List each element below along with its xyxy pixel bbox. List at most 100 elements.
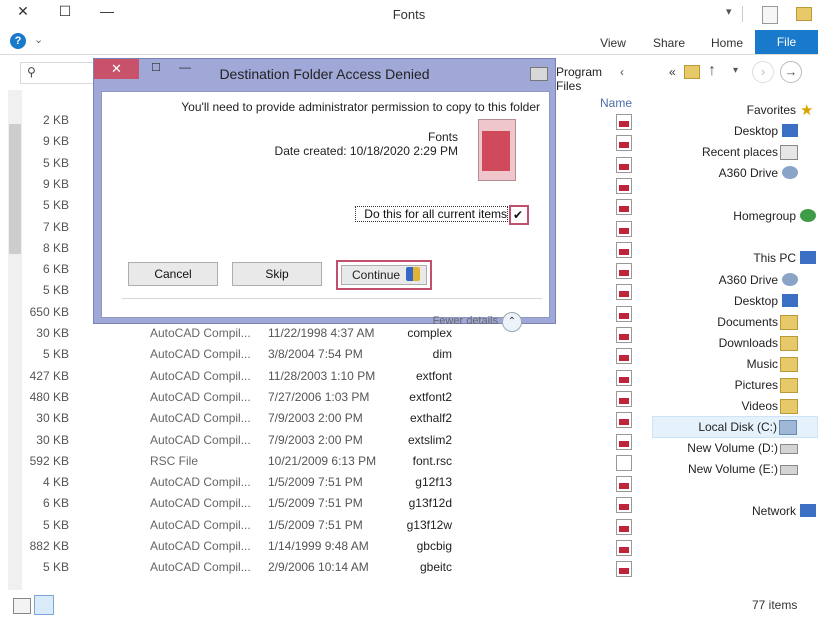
file-size: 5 KB bbox=[42, 347, 69, 362]
table-row[interactable]: 6 KB AutoCAD Compil... 1/5/2009 7:51 PM g13… bbox=[0, 493, 640, 514]
nav-pictures[interactable]: Pictures bbox=[652, 375, 818, 395]
table-row[interactable]: 480 KB AutoCAD Compil... 7/27/2006 1:03 PM… bbox=[0, 387, 640, 408]
folder-name: Fonts bbox=[427, 130, 458, 144]
table-row[interactable]: 30 KB AutoCAD Compil... 7/9/2003 2:00 PM ex… bbox=[0, 408, 640, 429]
file-type: AutoCAD Compil... bbox=[150, 389, 251, 404]
collapse-details-icon[interactable]: ⌃ bbox=[502, 312, 522, 332]
dialog-title: Destination Folder Access Denied bbox=[219, 66, 430, 82]
up-arrow-icon[interactable]: ↑ bbox=[708, 62, 716, 80]
apply-all-label[interactable]: Do this for all current items bbox=[355, 206, 508, 222]
font-file-icon bbox=[616, 348, 632, 365]
tab-view[interactable]: View bbox=[588, 34, 638, 52]
large-icons-view-icon[interactable] bbox=[13, 598, 31, 614]
file-size: 4 KB bbox=[42, 475, 69, 490]
star-icon: ★ bbox=[800, 102, 814, 119]
nav-desktop[interactable]: Desktop bbox=[652, 121, 818, 141]
expand-ribbon-icon[interactable]: ⌄ bbox=[34, 33, 43, 46]
table-row[interactable]: 882 KB AutoCAD Compil... 1/14/1999 9:48 AM… bbox=[0, 536, 640, 557]
file-size: 5 KB bbox=[42, 283, 69, 298]
dialog-message: You'll need to provide administrator per… bbox=[181, 100, 540, 114]
font-file-icon bbox=[616, 561, 632, 578]
table-row[interactable]: 5 KB AutoCAD Compil... 1/5/2009 7:51 PM g13… bbox=[0, 515, 640, 536]
nav-label: Homegroup bbox=[733, 209, 796, 223]
nav-homegroup[interactable]: Homegroup bbox=[652, 206, 818, 226]
search-input[interactable]: ⚲ bbox=[20, 62, 102, 84]
help-icon[interactable]: ? bbox=[10, 33, 26, 49]
nav-a360-drive[interactable]: A360 Drive bbox=[652, 163, 818, 183]
nav-pc-a360-drive[interactable]: A360 Drive bbox=[652, 270, 818, 290]
breadcrumb-overflow[interactable]: « bbox=[669, 65, 676, 79]
file-date: 7/27/2006 1:03 PM bbox=[268, 389, 370, 404]
nav-local-disk[interactable]: Local Disk (C:) bbox=[652, 416, 818, 438]
uac-shield-icon bbox=[406, 267, 420, 281]
qat-dropdown-icon[interactable]: ▾ bbox=[726, 5, 732, 18]
hard-drive-icon bbox=[780, 444, 798, 454]
cloud-drive-icon bbox=[782, 273, 798, 286]
cloud-drive-icon bbox=[782, 166, 798, 179]
skip-button[interactable]: Skip bbox=[232, 262, 322, 286]
nav-music[interactable]: Music bbox=[652, 354, 818, 374]
nav-pc-desktop[interactable]: Desktop bbox=[652, 291, 818, 311]
forward-button[interactable]: › bbox=[752, 61, 774, 83]
file-size: 5 KB bbox=[42, 560, 69, 575]
dialog-divider bbox=[122, 298, 542, 299]
hard-drive-icon bbox=[779, 420, 797, 435]
file-size: 8 KB bbox=[42, 240, 69, 255]
nav-network[interactable]: Network bbox=[652, 501, 818, 521]
table-row[interactable]: 30 KB AutoCAD Compil... 7/9/2003 2:00 PM ex… bbox=[0, 430, 640, 451]
table-row[interactable]: 5 KB AutoCAD Compil... 2/9/2006 10:14 AM gb… bbox=[0, 557, 640, 578]
file-size: 427 KB bbox=[29, 368, 69, 383]
nav-recent-places[interactable]: Recent places bbox=[652, 142, 818, 162]
font-file-icon bbox=[616, 327, 632, 343]
nav-new-volume-d[interactable]: New Volume (D:) bbox=[652, 438, 818, 458]
apply-all-checkbox[interactable]: ✔ bbox=[509, 205, 529, 225]
tab-home[interactable]: Home bbox=[702, 34, 752, 52]
nav-label: Videos bbox=[741, 399, 778, 413]
cancel-button[interactable]: Cancel bbox=[128, 262, 218, 286]
tab-file[interactable]: File bbox=[755, 30, 818, 54]
nav-documents[interactable]: Documents bbox=[652, 312, 818, 332]
file-date: 7/9/2003 2:00 PM bbox=[268, 411, 363, 426]
back-button[interactable]: → bbox=[780, 61, 802, 83]
font-file-icon bbox=[616, 114, 632, 130]
file-size: 7 KB bbox=[42, 219, 69, 234]
file-size: 30 KB bbox=[36, 326, 69, 340]
table-row[interactable]: 30 KB AutoCAD Compil... 11/22/1998 4:37 AM… bbox=[0, 323, 640, 344]
tab-share[interactable]: Share bbox=[644, 34, 694, 52]
breadcrumb-segment-program-files[interactable]: Program Files bbox=[556, 65, 630, 93]
file-date: 3/8/2004 7:54 PM bbox=[268, 347, 363, 362]
column-header-name[interactable]: Name bbox=[600, 96, 632, 110]
file-date: 1/14/1999 9:48 AM bbox=[268, 539, 369, 553]
file-type: AutoCAD Compil... bbox=[150, 347, 251, 362]
recent-locations-icon[interactable]: ▾ bbox=[733, 65, 738, 76]
properties-icon[interactable] bbox=[762, 6, 778, 24]
file-name: g12f13 bbox=[415, 475, 452, 490]
file-name: g13f12w bbox=[406, 517, 452, 532]
file-type: AutoCAD Compil... bbox=[150, 496, 251, 511]
table-row[interactable]: 4 KB AutoCAD Compil... 1/5/2009 7:51 PM g12… bbox=[0, 472, 640, 493]
font-file-icon bbox=[616, 135, 632, 152]
file-date: 1/5/2009 7:51 PM bbox=[268, 517, 363, 532]
nav-label: A360 Drive bbox=[718, 273, 778, 287]
file-size: 30 KB bbox=[36, 432, 69, 447]
nav-label: New Volume (E:) bbox=[687, 462, 778, 476]
font-file-icon bbox=[616, 390, 632, 407]
file-date: 7/9/2003 2:00 PM bbox=[268, 432, 363, 447]
table-row[interactable]: 592 KB RSC File 10/21/2009 6:13 PM font.rsc bbox=[0, 451, 640, 472]
fewer-details-link[interactable]: Fewer details bbox=[420, 315, 498, 327]
continue-button[interactable]: Continue bbox=[336, 260, 432, 290]
table-row[interactable]: 427 KB AutoCAD Compil... 11/28/2003 1:10 P… bbox=[0, 366, 640, 387]
file-date: 10/21/2009 6:13 PM bbox=[268, 453, 377, 468]
table-row[interactable]: 5 KB AutoCAD Compil... 3/8/2004 7:54 PM dim bbox=[0, 344, 640, 365]
nav-videos[interactable]: Videos bbox=[652, 396, 818, 416]
nav-label: New Volume (D:) bbox=[687, 441, 778, 455]
nav-new-volume-e[interactable]: New Volume (E:) bbox=[652, 459, 818, 479]
nav-this-pc[interactable]: This PC bbox=[652, 248, 818, 268]
continue-button-face[interactable]: Continue bbox=[341, 265, 427, 285]
nav-favorites[interactable]: Favorites ★ bbox=[652, 100, 818, 120]
access-denied-dialog: ✕ ☐ — Destination Folder Access Denied Y… bbox=[93, 58, 556, 332]
details-view-icon[interactable] bbox=[34, 595, 54, 615]
nav-downloads[interactable]: Downloads bbox=[652, 333, 818, 353]
file-size: 5 KB bbox=[42, 198, 69, 213]
pictures-icon bbox=[780, 378, 798, 393]
